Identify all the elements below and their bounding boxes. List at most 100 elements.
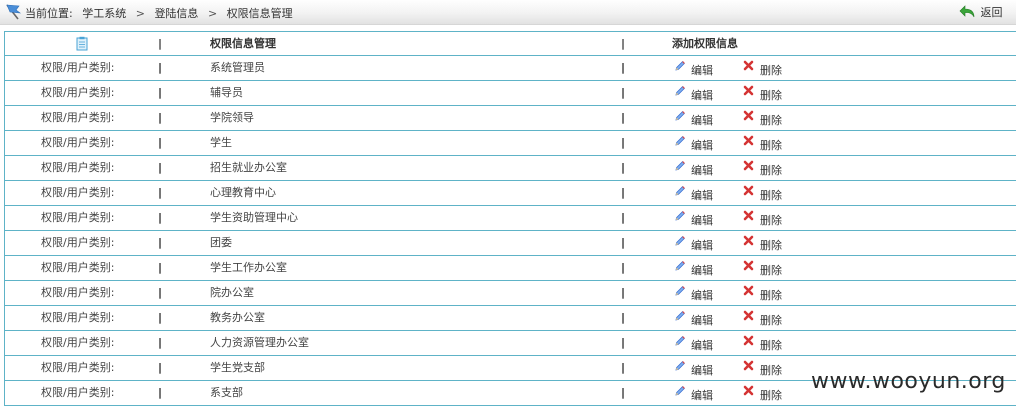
permission-name: 学生工作办公室 — [210, 261, 287, 274]
delete-label: 删除 — [760, 264, 782, 277]
column-separator: | — [621, 336, 626, 349]
permission-name: 系支部 — [210, 386, 243, 399]
delete-x-icon — [743, 110, 754, 121]
row-label: 权限/用户类别: — [41, 111, 115, 124]
delete-label: 删除 — [760, 114, 782, 127]
table-row: 权限/用户类别: | 辅导员 | 编辑 删除 — [5, 81, 1016, 106]
permission-name: 招生就业办公室 — [210, 161, 287, 174]
table-row: 权限/用户类别: | 团委 | 编辑 删除 — [5, 231, 1016, 256]
delete-label: 删除 — [760, 239, 782, 252]
column-separator: | — [158, 61, 163, 74]
row-label: 权限/用户类别: — [41, 61, 115, 74]
column-separator: | — [621, 311, 626, 324]
column-separator: | — [621, 37, 626, 50]
column-separator: | — [621, 86, 626, 99]
column-separator: | — [158, 186, 163, 199]
pencil-icon — [675, 111, 685, 121]
breadcrumb-item[interactable]: 登陆信息 — [154, 5, 198, 21]
back-label: 返回 — [980, 6, 1003, 19]
row-label: 权限/用户类别: — [41, 161, 115, 174]
back-arrow-icon — [959, 5, 975, 18]
pencil-icon — [675, 286, 685, 296]
edit-label: 编辑 — [691, 139, 713, 152]
column-separator: | — [621, 161, 626, 174]
breadcrumb-separator: > — [207, 7, 218, 20]
column-separator: | — [158, 286, 163, 299]
edit-label: 编辑 — [691, 164, 713, 177]
table-row: 权限/用户类别: | 学生工作办公室 | 编辑 删除 — [5, 256, 1016, 281]
column-separator: | — [158, 111, 163, 124]
breadcrumb-separator: > — [135, 7, 145, 20]
flag-icon — [6, 4, 22, 20]
row-label: 权限/用户类别: — [41, 261, 115, 274]
breadcrumb-item: 权限信息管理 — [226, 7, 293, 20]
edit-label: 编辑 — [691, 314, 713, 327]
breadcrumb-prefix: 当前位置: — [25, 7, 73, 20]
delete-label: 删除 — [760, 139, 782, 152]
table-row: 权限/用户类别: | 招生就业办公室 | 编辑 删除 — [5, 156, 1016, 181]
edit-label: 编辑 — [691, 114, 713, 127]
delete-x-icon — [743, 185, 754, 196]
pencil-icon — [675, 211, 685, 221]
column-separator: | — [621, 361, 626, 374]
row-label: 权限/用户类别: — [41, 186, 115, 199]
permission-name: 教务办公室 — [210, 311, 265, 324]
edit-label: 编辑 — [691, 214, 713, 227]
delete-label: 删除 — [760, 314, 782, 327]
column-separator: | — [158, 161, 163, 174]
row-label: 权限/用户类别: — [41, 136, 115, 149]
edit-label: 编辑 — [691, 189, 713, 202]
row-label: 权限/用户类别: — [41, 311, 115, 324]
delete-label: 删除 — [760, 89, 782, 102]
column-separator: | — [158, 211, 163, 224]
edit-label: 编辑 — [691, 239, 713, 252]
delete-x-icon — [743, 260, 754, 271]
permission-name: 人力资源管理办公室 — [210, 336, 309, 349]
delete-x-icon — [743, 210, 754, 221]
table-row: 权限/用户类别: | 院办公室 | 编辑 删除 — [5, 281, 1016, 306]
column-separator: | — [158, 311, 163, 324]
table-row: 权限/用户类别: | 系统管理员 | 编辑 删除 — [5, 56, 1016, 81]
delete-x-icon — [743, 85, 754, 96]
table-row: 权限/用户类别: | 教务办公室 | 编辑 删除 — [5, 306, 1016, 331]
column-separator: | — [621, 211, 626, 224]
pencil-icon — [675, 261, 685, 271]
permission-name: 团委 — [210, 236, 232, 249]
edit-label: 编辑 — [691, 339, 713, 352]
column-separator: | — [621, 261, 626, 274]
breadcrumb-item[interactable]: 学工系统 — [82, 5, 126, 21]
pencil-icon — [675, 236, 685, 246]
edit-label: 编辑 — [691, 89, 713, 102]
back-button[interactable]: 返回 — [959, 4, 1003, 20]
watermark: www.wooyun.org — [811, 369, 1006, 394]
delete-x-icon — [743, 60, 754, 71]
edit-label: 编辑 — [691, 64, 713, 77]
permission-name: 学生 — [210, 136, 232, 149]
permission-name: 学院领导 — [210, 111, 254, 124]
pencil-icon — [675, 386, 685, 396]
table-row: 权限/用户类别: | 人力资源管理办公室 | 编辑 删除 — [5, 331, 1016, 356]
permission-name: 辅导员 — [210, 86, 243, 99]
delete-label: 删除 — [760, 339, 782, 352]
delete-label: 删除 — [760, 289, 782, 302]
row-label: 权限/用户类别: — [41, 336, 115, 349]
permission-table: | 权限信息管理 | 添加权限信息 权限/用户类别: | 系统管理员 | 编辑 删除 权限/… — [4, 31, 1016, 406]
column-separator: | — [158, 86, 163, 99]
row-label: 权限/用户类别: — [41, 386, 115, 399]
header-permission-management: 权限信息管理 — [210, 37, 276, 50]
column-separator: | — [158, 386, 163, 399]
table-row: 权限/用户类别: | 学生资助管理中心 | 编辑 删除 — [5, 206, 1016, 231]
column-separator: | — [621, 386, 626, 399]
add-permission-link[interactable]: 添加权限信息 — [672, 32, 738, 55]
column-separator: | — [621, 286, 626, 299]
top-bar: 当前位置: 学工系统 > 登陆信息 > 权限信息管理 返回 — [0, 0, 1016, 25]
row-label: 权限/用户类别: — [41, 86, 115, 99]
pencil-icon — [675, 336, 685, 346]
delete-x-icon — [743, 385, 754, 396]
column-separator: | — [621, 61, 626, 74]
permission-name: 学生党支部 — [210, 361, 265, 374]
delete-x-icon — [743, 160, 754, 171]
edit-label: 编辑 — [691, 289, 713, 302]
delete-label: 删除 — [760, 64, 782, 77]
breadcrumb: 当前位置: 学工系统 > 登陆信息 > 权限信息管理 — [25, 5, 293, 21]
